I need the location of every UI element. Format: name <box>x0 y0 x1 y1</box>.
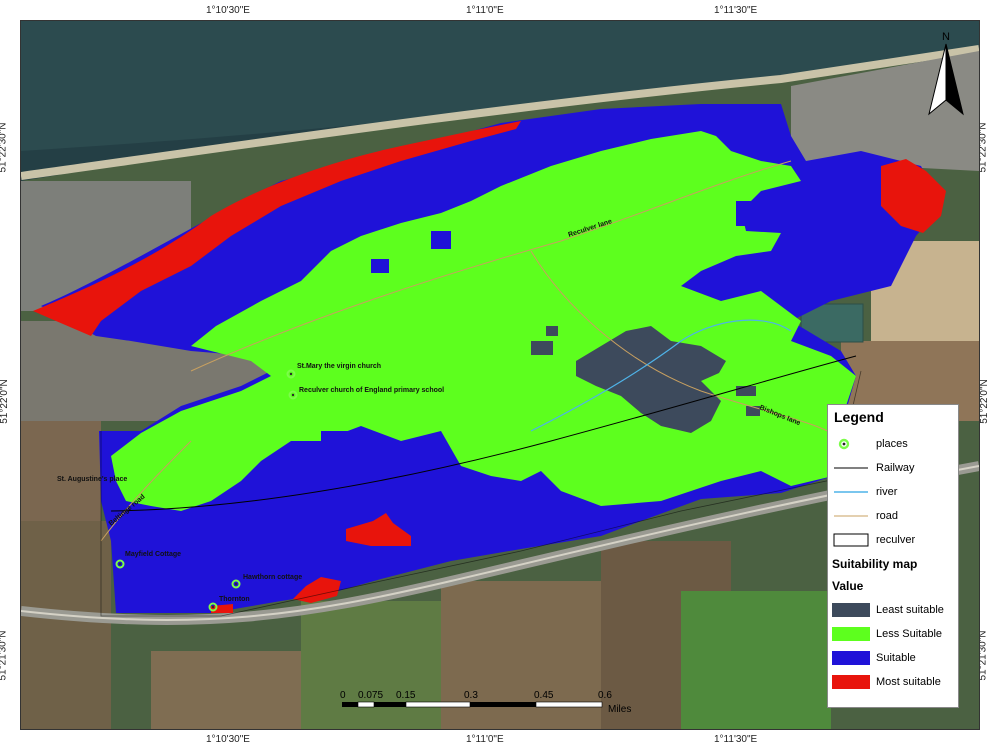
reculver-outline-icon <box>832 533 870 547</box>
coord-top-3: 1°11'30"E <box>714 5 758 16</box>
place-label-reculver-school: Reculver church of England primary schoo… <box>299 387 444 394</box>
legend-label-road: road <box>876 510 899 522</box>
legend-class-less: Less Suitable <box>832 625 942 643</box>
legend-class-suitable: Suitable <box>832 649 916 667</box>
field-7 <box>21 521 111 729</box>
legend-item-railway: Railway <box>832 459 915 477</box>
least-suitable-swatch <box>832 603 870 617</box>
place-label-st-mary: St.Mary the virgin church <box>297 363 381 370</box>
north-arrow-label: N <box>942 31 950 43</box>
least-suitable-spot-2 <box>546 326 558 336</box>
suitable-spot-1 <box>371 259 389 273</box>
place-st-augustines[interactable]: St. Augustine's place <box>57 476 127 483</box>
suitable-swatch <box>832 651 870 665</box>
suitable-spot-2 <box>431 231 451 249</box>
legend-value-title: Value <box>832 579 864 593</box>
north-arrow-icon: N <box>928 31 964 116</box>
legend-label-river: river <box>876 486 898 498</box>
legend-label-reculver: reculver <box>876 534 916 546</box>
coord-left-1: 51°22'30"N <box>0 122 9 173</box>
coord-bottom-2: 1°11'0"E <box>466 734 504 745</box>
legend-suitability-title: Suitability map <box>832 557 918 571</box>
legend-class-most: Most suitable <box>832 673 941 691</box>
place-marker-icon <box>832 437 870 451</box>
place-label-hawthorn-cottage: Hawthorn cottage <box>243 574 302 581</box>
legend-item-river: river <box>832 483 897 501</box>
map-legend: Legend places Railway river road reculve… <box>827 404 959 708</box>
coord-top-1: 1°10'30"E <box>206 5 250 16</box>
scale-tick-0: 0 <box>340 690 346 701</box>
least-suitable-spot-1 <box>531 341 553 355</box>
coord-left-2: 51°22'0"N <box>0 379 10 424</box>
most-suitable-swatch <box>832 675 870 689</box>
river-line-icon <box>832 485 870 499</box>
legend-label-less: Less Suitable <box>876 628 943 640</box>
scale-tick-5: 0.6 <box>598 690 612 701</box>
scale-tick-2: 0.15 <box>396 690 416 701</box>
scale-bar: 0 0.075 0.15 0.3 0.45 0.6 Miles <box>340 688 640 719</box>
scale-tick-4: 0.45 <box>534 690 554 701</box>
suitable-spot-4 <box>736 201 786 226</box>
place-label-thornton: Thornton <box>219 596 250 603</box>
legend-label-suitable: Suitable <box>876 652 916 664</box>
place-label-st-augustines: St. Augustine's place <box>57 476 127 483</box>
scale-tick-1: 0.075 <box>358 690 383 701</box>
legend-item-reculver: reculver <box>832 531 915 549</box>
legend-title: Legend <box>834 409 884 425</box>
coord-bottom-3: 1°11'30"E <box>714 734 758 745</box>
coord-top-2: 1°11'0"E <box>466 5 504 16</box>
scale-bar-graphic: 0 0.075 0.15 0.3 0.45 0.6 Miles <box>340 690 631 715</box>
railway-line-icon <box>832 461 870 475</box>
legend-label-least: Least suitable <box>876 604 944 616</box>
scale-tick-3: 0.3 <box>464 690 478 701</box>
coord-left-3: 51°21'30"N <box>0 630 9 681</box>
legend-label-railway: Railway <box>876 462 915 474</box>
field-5 <box>681 591 831 729</box>
scale-unit: Miles <box>608 704 631 715</box>
least-suitable-spot-3 <box>736 386 756 396</box>
suitable-spot-3 <box>321 431 351 443</box>
legend-label-places: places <box>876 438 908 450</box>
legend-item-road: road <box>832 507 898 525</box>
coord-bottom-1: 1°10'30"E <box>206 734 250 745</box>
less-suitable-swatch <box>832 627 870 641</box>
legend-class-least: Least suitable <box>832 601 944 619</box>
least-suitable-spot-4 <box>746 406 760 416</box>
field-9 <box>21 421 101 521</box>
road-line-icon <box>832 509 870 523</box>
legend-label-most: Most suitable <box>876 676 941 688</box>
place-label-mayfield-cottage: Mayfield Cottage <box>125 551 181 558</box>
legend-item-places: places <box>832 435 908 453</box>
coord-right-2: 51°22'0"N <box>978 379 990 424</box>
field-8 <box>151 651 301 729</box>
